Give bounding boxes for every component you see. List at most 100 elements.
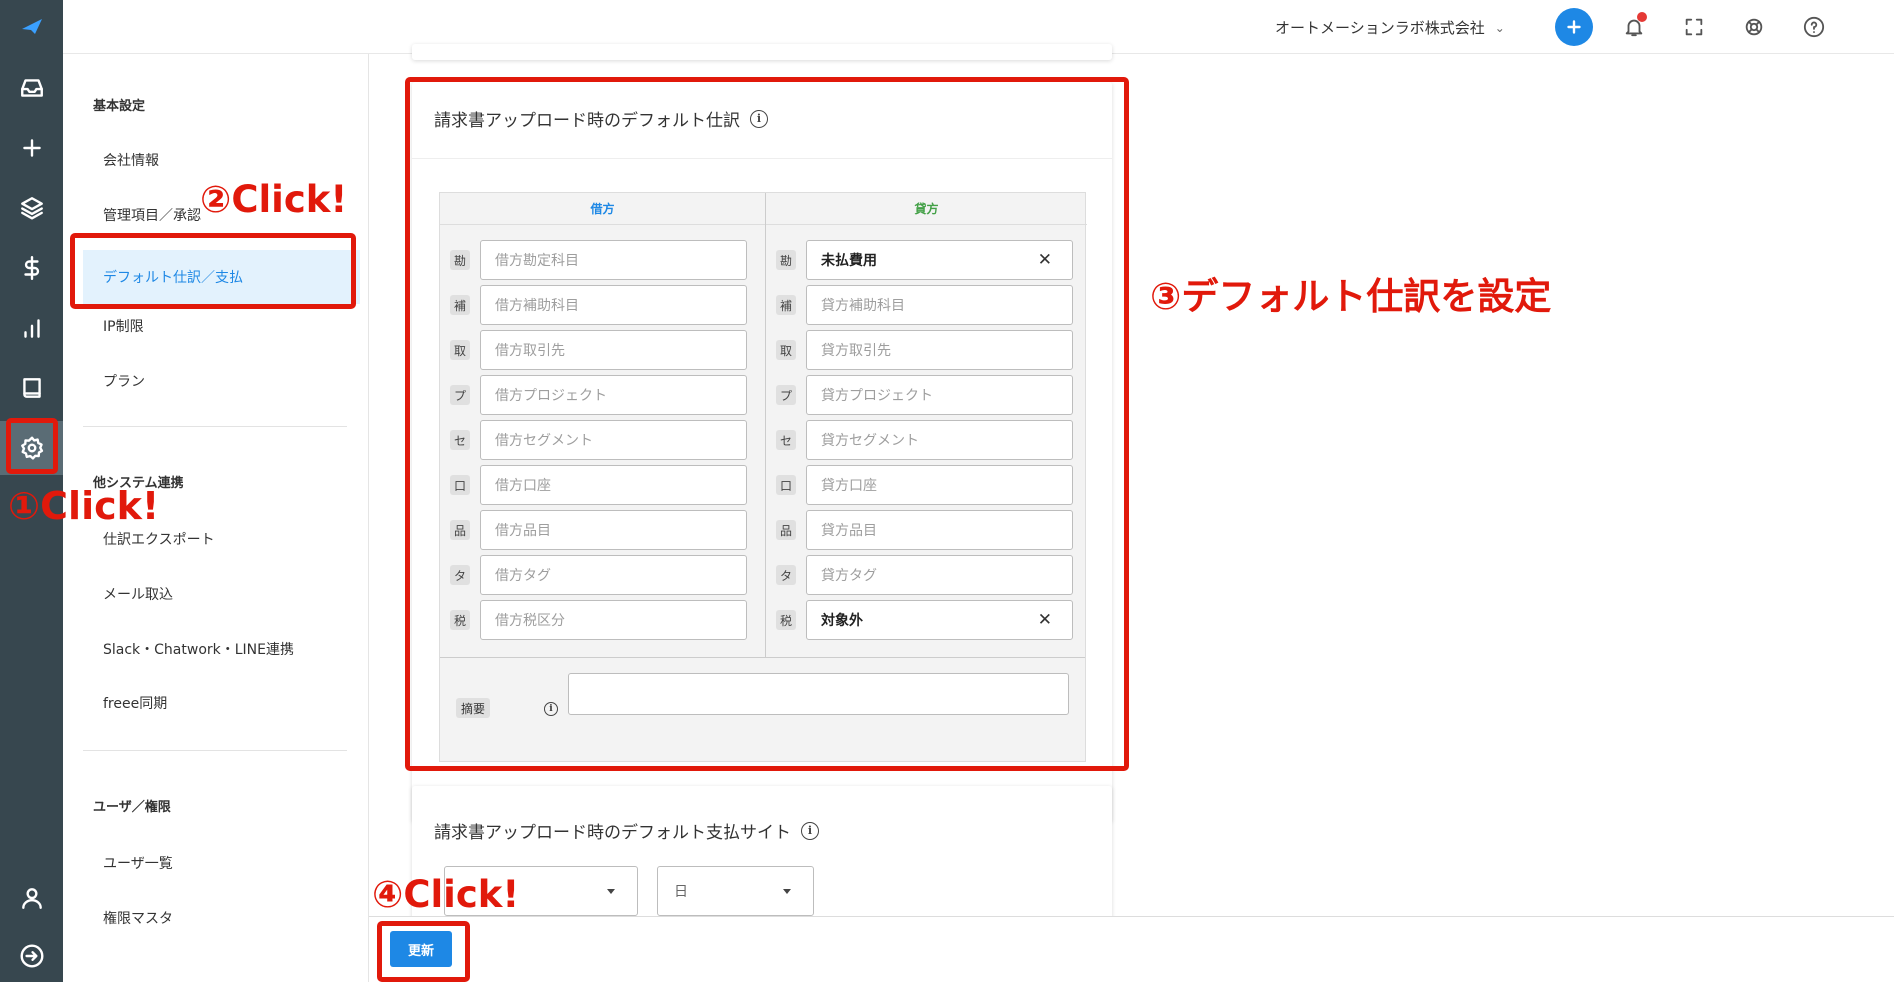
debit-field-placeholder: 借方プロジェクト [495, 388, 607, 404]
day-select[interactable]: 日 [657, 866, 814, 916]
nav-group-users: ユーザ／権限 [93, 800, 171, 815]
nav-item-freee-sync[interactable]: freee同期 [83, 682, 363, 724]
debit-field[interactable]: 借方タグ [480, 555, 747, 595]
action-footer: 更新 [369, 916, 1894, 982]
debit-row: 品 借方品目 [450, 510, 750, 550]
clear-icon[interactable]: ✕ [1038, 250, 1052, 270]
plus-icon[interactable] [0, 121, 63, 175]
support-button[interactable] [1735, 8, 1773, 46]
plus-icon [1567, 20, 1581, 34]
add-button[interactable] [1555, 8, 1593, 46]
card-title: 請求書アップロード時のデフォルト支払サイト i [434, 818, 819, 843]
credit-row: 補 貸方補助科目 [776, 285, 1076, 325]
field-type-chip: 口 [776, 475, 796, 495]
nav-item-ip-restriction[interactable]: IP制限 [83, 305, 363, 347]
company-switcher[interactable]: オートメーションラボ株式会社 ⌄ [1275, 17, 1505, 38]
debit-field[interactable]: 借方セグメント [480, 420, 747, 460]
info-icon[interactable]: i [801, 821, 819, 840]
credit-header: 貸方 [766, 193, 1087, 225]
debit-field-placeholder: 借方セグメント [495, 433, 593, 449]
notification-button[interactable] [1615, 8, 1653, 46]
debit-field[interactable]: 借方プロジェクト [480, 375, 747, 415]
debit-row: セ 借方セグメント [450, 420, 750, 460]
debit-field[interactable]: 借方税区分 [480, 600, 747, 640]
update-button[interactable]: 更新 [390, 931, 452, 967]
debit-field-placeholder: 借方口座 [495, 478, 551, 494]
lifebuoy-icon [1745, 18, 1763, 36]
debit-row: 補 借方補助科目 [450, 285, 750, 325]
field-type-chip: セ [450, 430, 470, 450]
debit-row: 勘 借方勘定科目 [450, 240, 750, 280]
inbox-icon[interactable] [0, 61, 63, 115]
debit-row: 税 借方税区分 [450, 600, 750, 640]
caret-down-icon [783, 889, 791, 894]
default-journal-card: 請求書アップロード時のデフォルト仕訳 i 借方 貸方 勘 借方勘定科目 勘 未払費用 ✕… [412, 82, 1112, 822]
credit-field[interactable]: 貸方取引先 [806, 330, 1073, 370]
credit-field[interactable]: 貸方口座 [806, 465, 1073, 505]
help-button[interactable] [1795, 8, 1833, 46]
nav-item-company-info[interactable]: 会社情報 [83, 139, 363, 181]
debit-field[interactable]: 借方補助科目 [480, 285, 747, 325]
debit-row: タ 借方タグ [450, 555, 750, 595]
credit-row: 税 対象外 ✕ [776, 600, 1076, 640]
info-icon[interactable]: i [544, 702, 558, 716]
field-type-chip: 勘 [776, 250, 796, 270]
debit-field[interactable]: 借方勘定科目 [480, 240, 747, 280]
field-type-chip: プ [450, 385, 470, 405]
credit-field[interactable]: 貸方プロジェクト [806, 375, 1073, 415]
field-type-chip: 勘 [450, 250, 470, 270]
credit-field[interactable]: 対象外 ✕ [806, 600, 1073, 640]
book-icon[interactable] [0, 361, 63, 415]
fullscreen-button[interactable] [1675, 8, 1713, 46]
user-icon[interactable] [0, 871, 63, 925]
credit-row: セ 貸方セグメント [776, 420, 1076, 460]
credit-field[interactable]: 未払費用 ✕ [806, 240, 1073, 280]
nav-item-mail-import[interactable]: メール取込 [83, 573, 363, 615]
credit-field-placeholder: 貸方品目 [821, 523, 877, 539]
credit-field-placeholder: 貸方補助科目 [821, 298, 905, 314]
nav-divider [83, 426, 347, 427]
credit-field[interactable]: 貸方タグ [806, 555, 1073, 595]
dollar-icon[interactable] [0, 241, 63, 295]
nav-item-plan[interactable]: プラン [83, 360, 363, 402]
field-type-chip: タ [450, 565, 470, 585]
logo-icon[interactable] [0, 0, 63, 54]
credit-row: プ 貸方プロジェクト [776, 375, 1076, 415]
credit-field[interactable]: 貸方補助科目 [806, 285, 1073, 325]
nav-item-chat-integration[interactable]: Slack・Chatwork・LINE連携 [83, 628, 363, 670]
field-type-chip: プ [776, 385, 796, 405]
clear-icon[interactable]: ✕ [1038, 610, 1052, 630]
credit-field[interactable]: 貸方品目 [806, 510, 1073, 550]
gear-icon[interactable] [0, 421, 63, 475]
credit-row: 口 貸方口座 [776, 465, 1076, 505]
field-type-chip: 口 [450, 475, 470, 495]
field-type-chip: 補 [450, 295, 470, 315]
nav-item-default-journal[interactable]: デフォルト仕訳／支払 [83, 250, 360, 304]
annotation-step1: ①Click! [8, 484, 160, 528]
field-type-chip: セ [776, 430, 796, 450]
chart-icon[interactable] [0, 301, 63, 355]
previous-card [412, 44, 1112, 60]
logout-icon[interactable] [0, 929, 63, 982]
debit-field[interactable]: 借方口座 [480, 465, 747, 505]
memo-input[interactable] [568, 673, 1069, 715]
credit-field[interactable]: 貸方セグメント [806, 420, 1073, 460]
annotation-step2: ②Click! [200, 178, 348, 221]
credit-field-placeholder: 貸方タグ [821, 568, 877, 584]
info-icon[interactable]: i [750, 109, 768, 128]
debit-field[interactable]: 借方取引先 [480, 330, 747, 370]
journal-card-title: 請求書アップロード時のデフォルト仕訳 [434, 111, 740, 131]
nav-item-permission-master[interactable]: 権限マスタ [83, 897, 363, 939]
credit-field-placeholder: 貸方取引先 [821, 343, 891, 359]
credit-field-placeholder: 貸方セグメント [821, 433, 919, 449]
layers-icon[interactable] [0, 181, 63, 235]
debit-field[interactable]: 借方品目 [480, 510, 747, 550]
nav-divider [83, 750, 347, 751]
day-select-value: 日 [674, 884, 688, 900]
debit-row: 取 借方取引先 [450, 330, 750, 370]
debit-row: 口 借方口座 [450, 465, 750, 505]
nav-item-user-list[interactable]: ユーザ一覧 [83, 842, 363, 884]
field-type-chip: 品 [776, 520, 796, 540]
field-type-chip: 品 [450, 520, 470, 540]
fullscreen-icon [1685, 18, 1703, 36]
